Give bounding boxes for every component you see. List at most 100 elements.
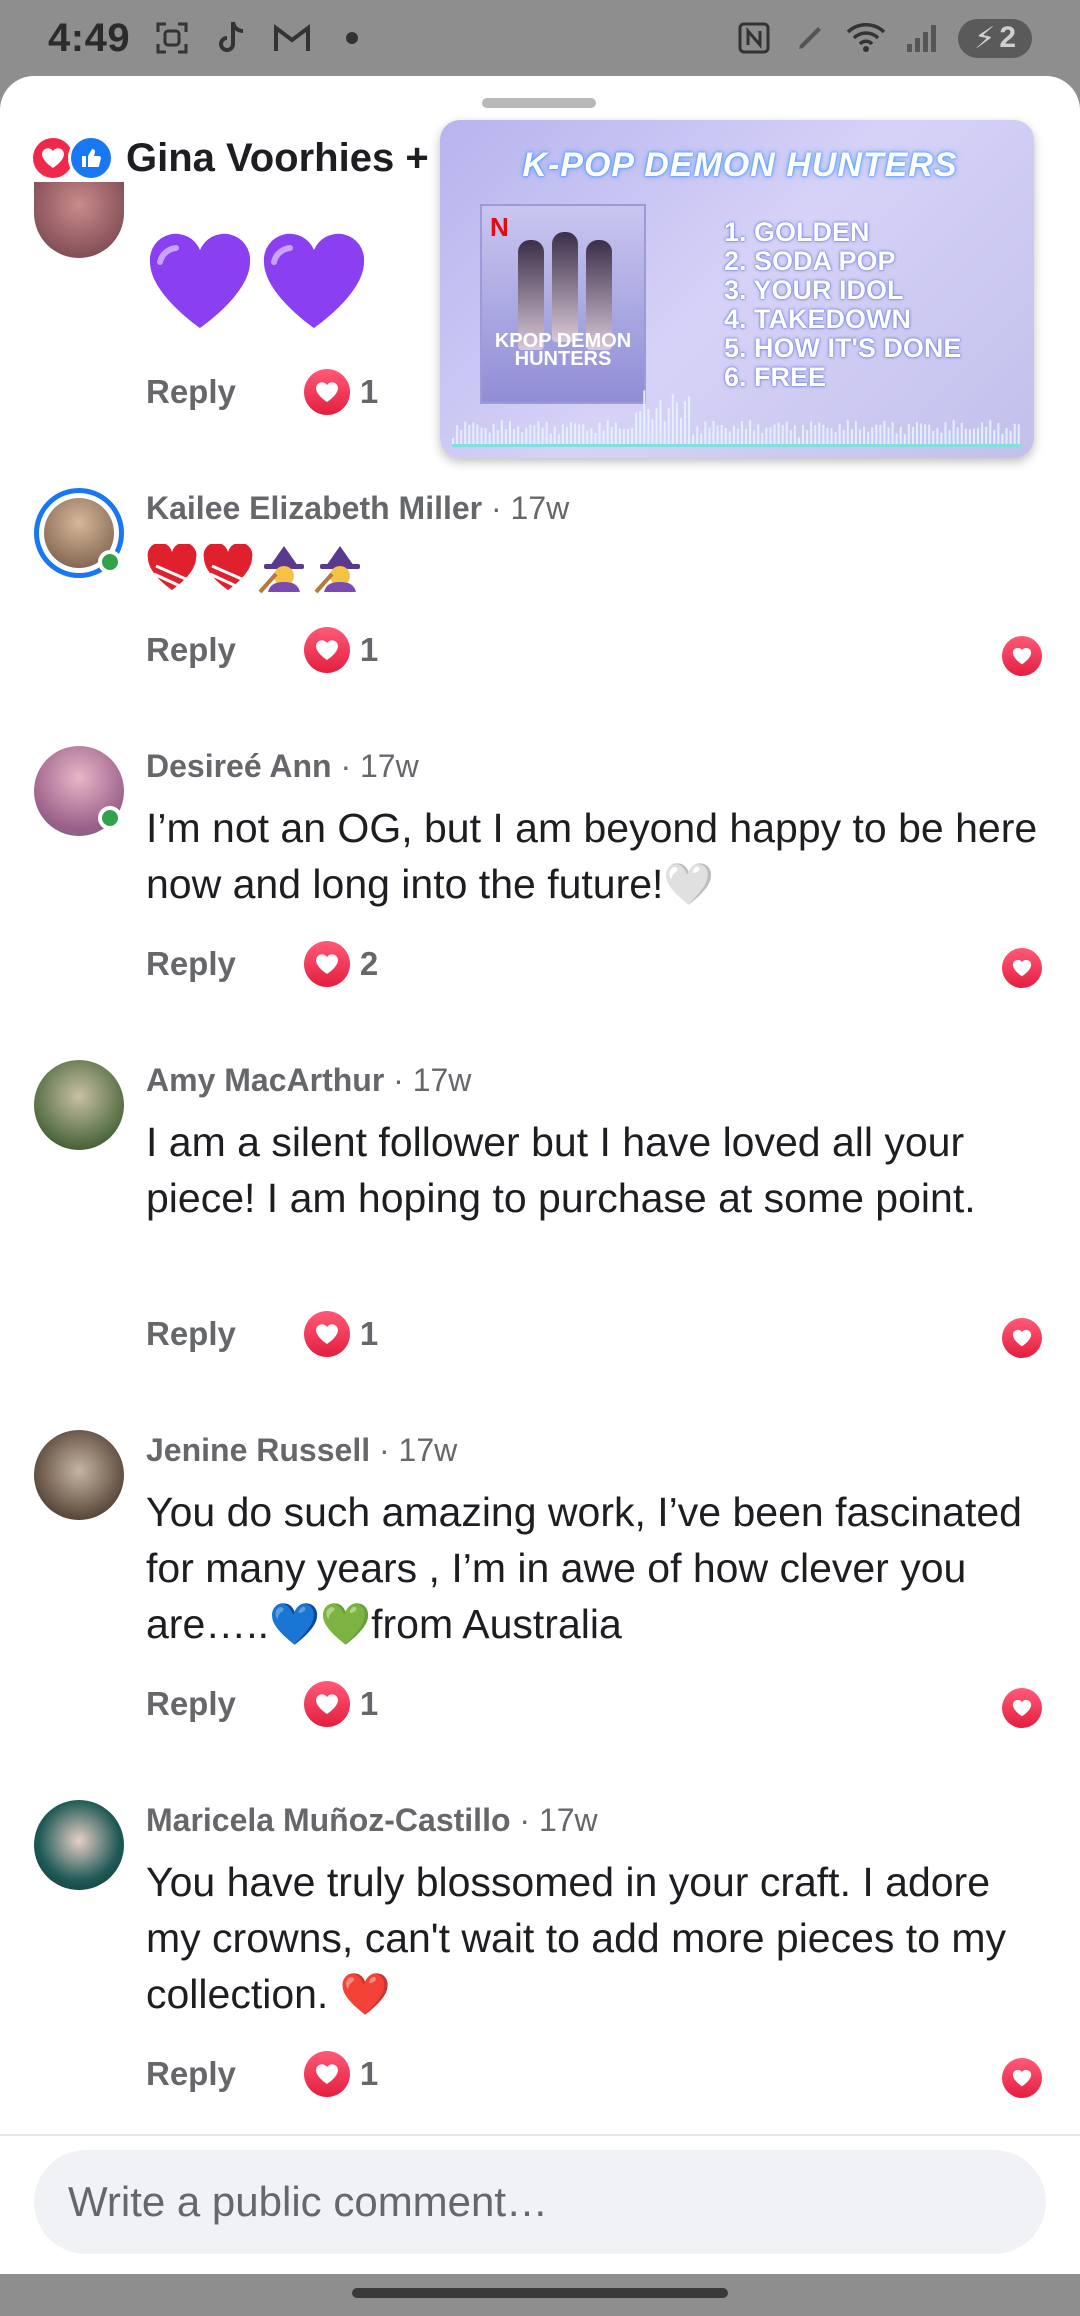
heart-reaction-icon [303, 2051, 350, 2097]
online-status-indicator [98, 806, 122, 830]
like-reaction-icon [68, 135, 114, 181]
comment-time[interactable]: 17w [413, 1062, 472, 1098]
love-react-button[interactable] [1002, 1318, 1042, 1358]
heart-reaction-icon [303, 1311, 350, 1357]
reaction-count[interactable]: 1 [303, 2051, 379, 2097]
heart-reaction-icon [303, 1681, 350, 1727]
reaction-count[interactable]: 1 [303, 1311, 379, 1357]
comment-meta: Desireé Ann · 17w [146, 748, 419, 785]
love-react-button[interactable] [1002, 2058, 1042, 2098]
purple-hearts-emoji [146, 232, 368, 349]
reaction-count-value: 1 [359, 631, 379, 668]
pen-icon [790, 18, 830, 58]
reaction-count[interactable]: 1 [303, 1681, 379, 1727]
avatar[interactable] [34, 1060, 124, 1150]
witch-emoji-icon [314, 544, 366, 605]
purple-heart-icon [146, 232, 254, 349]
gmail-icon [272, 18, 312, 58]
screenshot-icon [152, 18, 192, 58]
gesture-home-handle[interactable] [352, 2288, 728, 2298]
commenter-name[interactable]: Kailee Elizabeth Miller [146, 490, 482, 526]
pip-video-player[interactable]: K-POP DEMON HUNTERS N KPOP DEMON HUNTERS… [440, 120, 1034, 458]
commenter-name[interactable]: Desireé Ann [146, 748, 332, 784]
comment-actions: Reply 2 [146, 936, 1046, 992]
album-cover: N KPOP DEMON HUNTERS [480, 204, 646, 404]
avatar[interactable] [34, 1430, 124, 1520]
sheet-drag-handle[interactable] [482, 98, 596, 108]
track-item: 2. SODA POP [724, 246, 896, 276]
commenter-name[interactable]: Amy MacArthur [146, 1062, 384, 1098]
comment-time[interactable]: 17w [399, 1432, 458, 1468]
wifi-icon [846, 18, 886, 58]
heart-reaction-icon [303, 369, 350, 415]
notification-icons [152, 18, 372, 58]
track-item: 5. HOW IT'S DONE [724, 333, 962, 363]
reaction-count-value: 1 [359, 2055, 379, 2092]
comment-time[interactable]: 17w [539, 1802, 598, 1838]
comment-text: You do such amazing work, I’ve been fasc… [146, 1489, 1022, 1647]
reaction-count[interactable]: 2 [303, 941, 379, 987]
comment-time[interactable]: 17w [360, 748, 419, 784]
comment-meta: Amy MacArthur · 17w [146, 1062, 471, 1099]
purple-heart-icon [260, 232, 368, 349]
comment-actions: Reply 1 [146, 2046, 1046, 2102]
emoji-reactions-text [146, 542, 366, 605]
meta-separator: · [491, 490, 502, 526]
reply-button[interactable]: Reply [146, 373, 236, 411]
reactions-summary[interactable]: Gina Voorhies + [30, 130, 429, 186]
meta-separator: · [519, 1802, 531, 1838]
online-status-indicator [98, 550, 122, 574]
reaction-count[interactable]: 1 [303, 369, 378, 415]
netflix-logo-icon: N [490, 212, 509, 242]
reaction-count-value: 1 [359, 1315, 379, 1352]
love-react-button[interactable] [1002, 636, 1042, 676]
cover-title: KPOP DEMON HUNTERS [494, 330, 632, 370]
comment-actions: Reply 1 [146, 622, 1046, 678]
reply-button[interactable]: Reply [146, 2055, 236, 2093]
heart-emoji-icon [202, 542, 254, 605]
avatar[interactable] [34, 182, 124, 258]
track-item: 1. GOLDEN [724, 217, 870, 247]
comment-text: You have truly blossomed in your craft. … [146, 1859, 1007, 2017]
heart-reaction-icon [303, 627, 350, 673]
nfc-icon [734, 18, 774, 58]
composer-divider [0, 2134, 1080, 2136]
reply-button[interactable]: Reply [146, 1315, 236, 1353]
audio-waveform [452, 390, 1022, 447]
comment-actions: Reply 1 [146, 1306, 1046, 1362]
system-icons: ⚡ 2 [734, 18, 1032, 58]
comment-text: I’m not an OG, but I am beyond happy to … [146, 805, 1038, 907]
battery-indicator: ⚡ 2 [958, 18, 1032, 58]
love-react-button[interactable] [1002, 1688, 1042, 1728]
reaction-count-value: 1 [359, 1685, 379, 1722]
love-react-button[interactable] [1002, 948, 1042, 988]
battery-level: 2 [999, 21, 1016, 54]
heart-emoji-icon [146, 542, 198, 605]
witch-emoji-icon [258, 544, 310, 605]
comment-text: I am a silent follower but I have loved … [146, 1119, 976, 1221]
reaction-count-value: 2 [359, 945, 379, 982]
comment-time[interactable]: 17w [511, 490, 570, 526]
comment-input[interactable] [34, 2150, 1046, 2254]
comment-actions: Reply 1 [146, 1676, 1046, 1732]
comment-meta: Maricela Muñoz-Castillo · 17w [146, 1802, 598, 1839]
pip-video-title: K-POP DEMON HUNTERS [522, 146, 958, 184]
commenter-name[interactable]: Jenine Russell [146, 1432, 370, 1468]
signal-icon [902, 18, 942, 58]
heart-reaction-icon [303, 941, 350, 987]
commenter-name[interactable]: Maricela Muñoz-Castillo [146, 1802, 511, 1838]
tracklist: 1. GOLDEN 2. SODA POP 3. YOUR IDOL 4. TA… [724, 218, 961, 392]
avatar[interactable] [34, 1800, 124, 1890]
comment-meta: Kailee Elizabeth Miller · 17w [146, 490, 569, 527]
charging-icon: ⚡ [974, 21, 996, 55]
meta-separator: · [340, 748, 352, 784]
reply-button[interactable]: Reply [146, 945, 236, 983]
reply-button[interactable]: Reply [146, 631, 236, 669]
track-item: 3. YOUR IDOL [724, 275, 904, 305]
meta-separator: · [393, 1062, 404, 1098]
reaction-count[interactable]: 1 [303, 627, 379, 673]
more-notifications-dot-icon [332, 18, 372, 58]
comments-sheet: Gina Voorhies + Reply 1 Kailee Elizabeth… [0, 76, 1080, 2276]
cover-figure [552, 232, 578, 342]
reply-button[interactable]: Reply [146, 1685, 236, 1723]
